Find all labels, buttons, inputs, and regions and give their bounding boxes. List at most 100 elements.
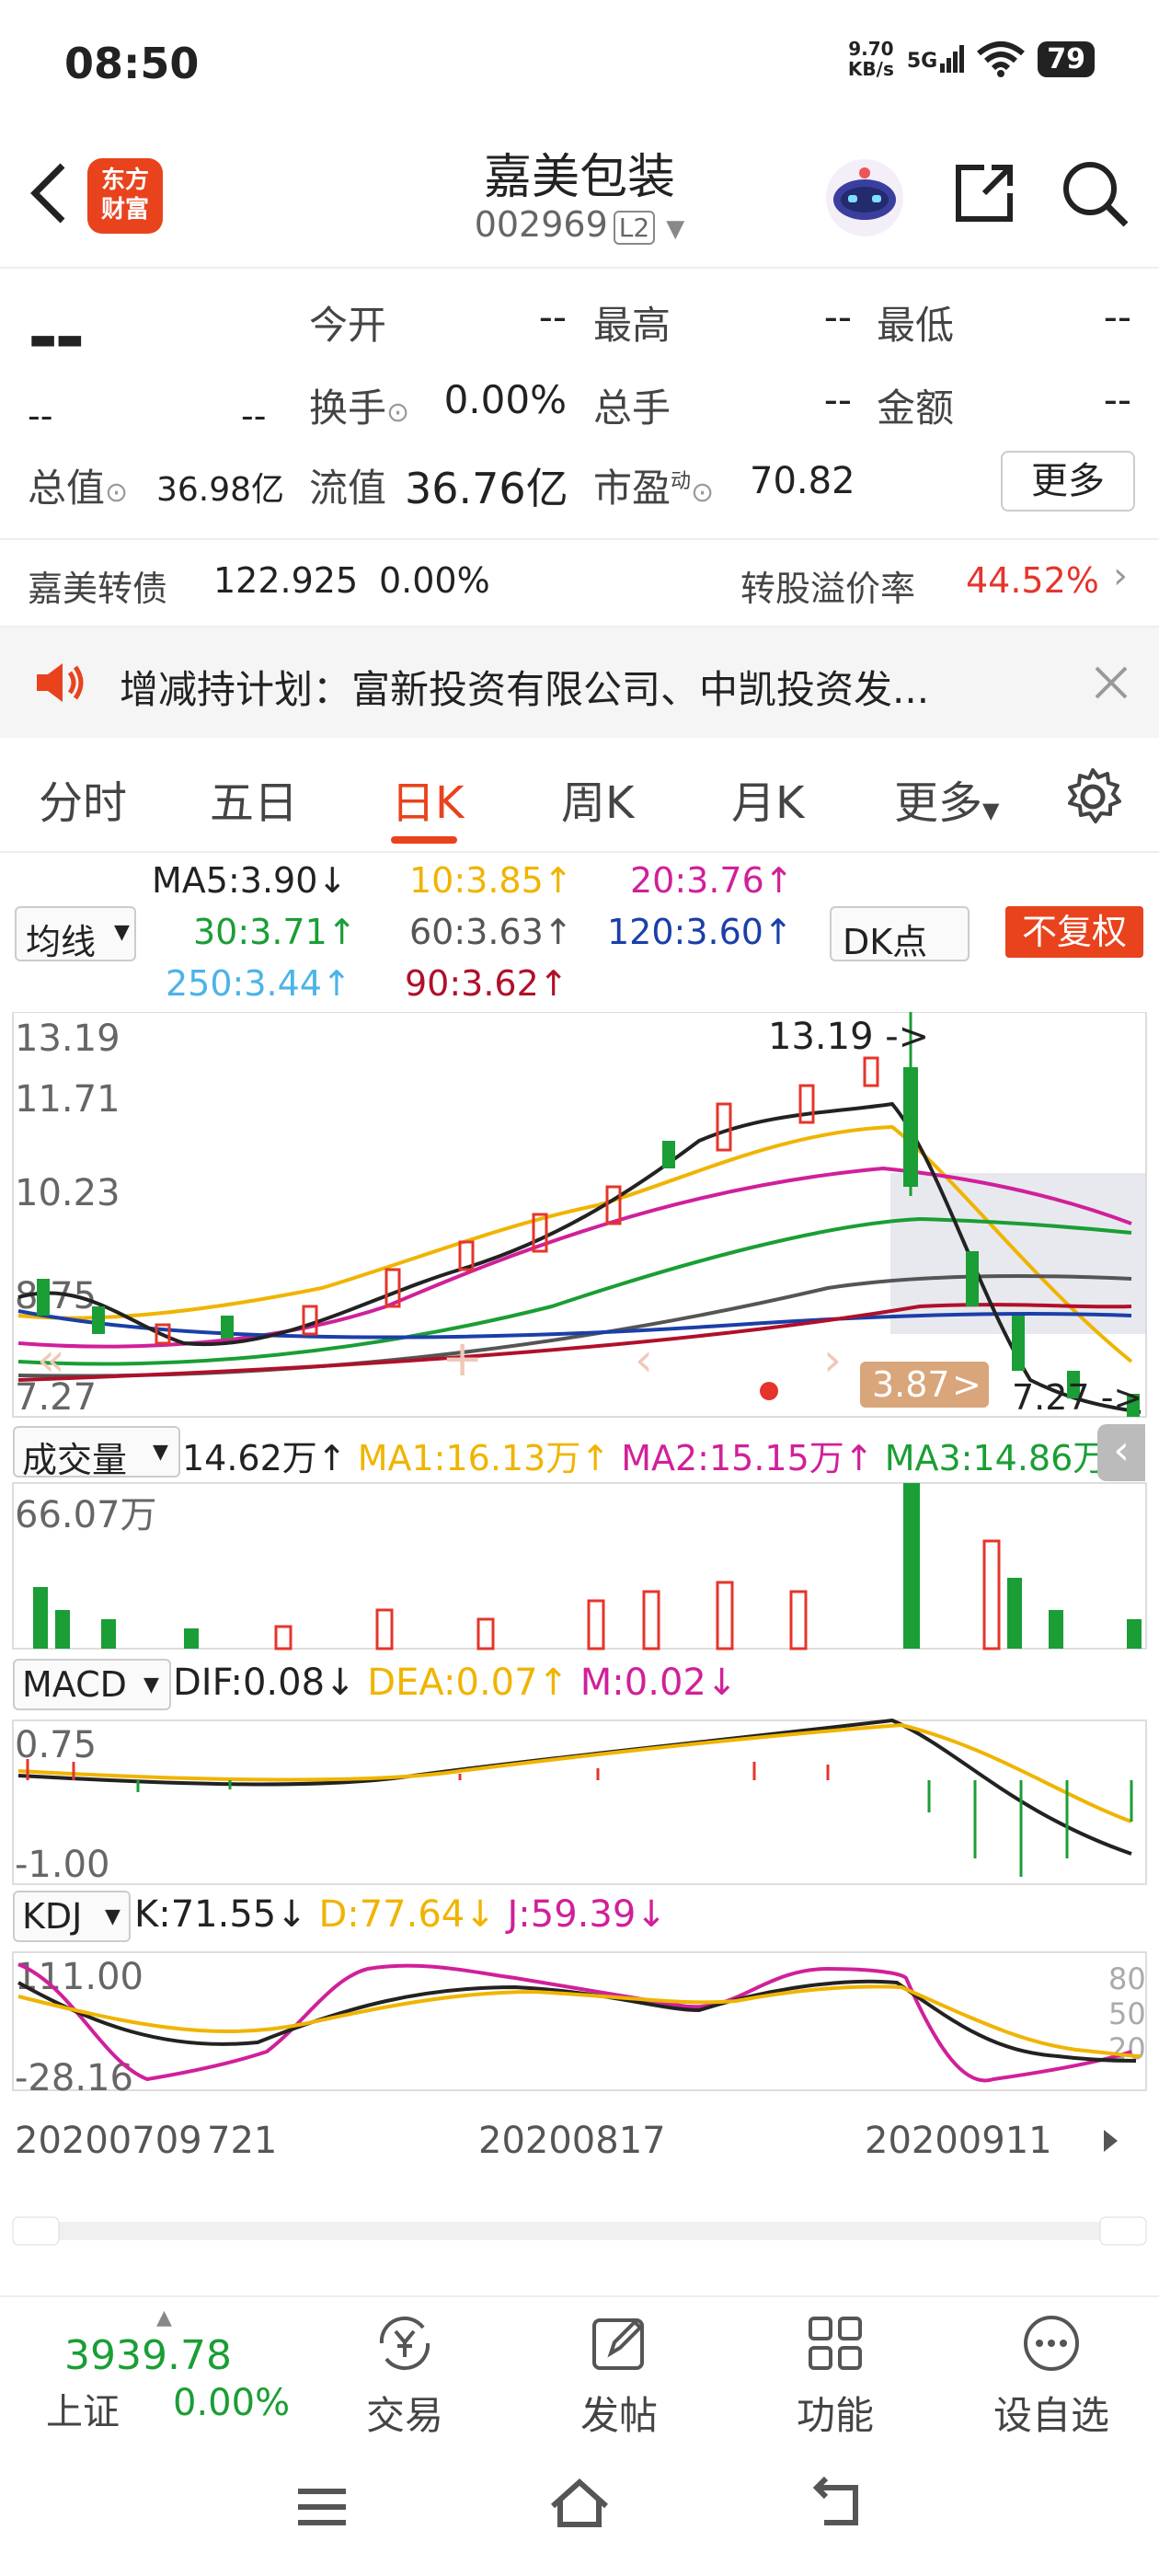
bottom-toolbar: ▲ 3939.78 上证 0.00% 交易 发帖 功能 设自选 xyxy=(0,2295,1159,2440)
net-speed-unit: KB/s xyxy=(847,58,894,80)
adjust-price-button[interactable]: 不复权 xyxy=(1005,906,1143,958)
more-quote-button[interactable]: 更多 xyxy=(1001,451,1135,512)
search-icon[interactable] xyxy=(1058,156,1131,230)
nav-post-label: 发帖 xyxy=(580,2393,658,2438)
close-icon[interactable] xyxy=(1095,666,1128,699)
menu-icon[interactable] xyxy=(294,2484,350,2530)
nav-function-label: 功能 xyxy=(796,2393,874,2438)
j-line xyxy=(17,1962,1132,2083)
kdj-d: D:77.64 xyxy=(318,1893,465,1936)
high-value: -- xyxy=(823,294,852,339)
y-label-3: 10.23 xyxy=(15,1172,120,1214)
volume-ma1: MA1:16.13万 xyxy=(357,1438,581,1478)
cb-premium-value: 44.52% xyxy=(966,560,1099,601)
volume-legend: 14.62万↑ MA1:16.13万↑ MA2:15.15万↑ MA3:14.8… xyxy=(182,1438,1137,1478)
amount-label: 金额 xyxy=(877,385,955,431)
nav-add-watchlist[interactable]: 设自选 xyxy=(987,2311,1116,2441)
volume-label: 总手 xyxy=(593,385,671,431)
ma120-text: 120:3.60 xyxy=(607,912,763,952)
ma-selector[interactable]: 均线 ▼ xyxy=(15,906,136,962)
nav-trade[interactable]: 交易 xyxy=(340,2311,469,2441)
indicator-selector-volume[interactable]: 成交量 ▼ xyxy=(13,1426,180,1480)
nav-post[interactable]: 发帖 xyxy=(555,2311,683,2441)
crosshair-icon: + xyxy=(442,1329,483,1387)
home-icon[interactable] xyxy=(547,2475,612,2530)
gear-icon[interactable] xyxy=(1062,766,1123,827)
cb-price: 122.925 xyxy=(213,560,359,601)
price-change: -- xyxy=(28,396,53,436)
volume-value: 14.62万 xyxy=(182,1438,317,1478)
price-change-pct: -- xyxy=(241,396,267,436)
kdj-k: K:71.55 xyxy=(134,1893,277,1936)
chevron-left-icon: ‹ xyxy=(635,1333,653,1386)
status-indicators: 9.70 KB/s 5G 79 xyxy=(848,39,1095,79)
pe-sup: 动 xyxy=(671,470,692,493)
tab-more[interactable]: 更多▼ xyxy=(894,766,999,831)
high-label: 最高 xyxy=(593,303,671,348)
tab-intraday[interactable]: 分时 xyxy=(39,766,127,831)
robot-assistant-icon[interactable] xyxy=(823,156,903,236)
range-scrollbar xyxy=(13,2222,1146,2240)
ma30-value: 30:3.71↑ xyxy=(193,912,357,952)
yen-exchange-icon xyxy=(379,2316,430,2371)
stock-header: 东方 财富 嘉美包装 002969 L2 ▼ xyxy=(0,120,1159,269)
tab-daily-k[interactable]: 日K xyxy=(391,766,464,831)
volume-value: -- xyxy=(823,377,852,422)
ma250-value: 250:3.44↑ xyxy=(166,963,351,1004)
tab-more-label: 更多 xyxy=(894,777,983,829)
back-nav-icon[interactable] xyxy=(809,2475,865,2530)
pe-label[interactable]: 市盈动⊙ xyxy=(593,457,714,513)
low-label: 最低 xyxy=(877,303,955,348)
macd-dif: DIF:0.08 xyxy=(173,1662,326,1704)
kdj-legend: K:71.55↓ D:77.64↓ J:59.39↓ xyxy=(134,1893,667,1936)
ma90-text: 90:3.62 xyxy=(405,963,539,1004)
notice-text: 增减持计划：富新投资有限公司、中凯投资发... xyxy=(120,667,930,712)
chevron-right-icon: › xyxy=(823,1333,842,1386)
tab-five-day[interactable]: 五日 xyxy=(210,766,298,831)
nav-function[interactable]: 功能 xyxy=(771,2311,900,2441)
chart-area: 13.19 11.71 10.23 8.75 7.27 13.19 -> 7.2… xyxy=(0,1012,1159,2272)
low-value: -- xyxy=(1103,294,1131,339)
indicator-selector-kdj[interactable]: KDJ ▼ xyxy=(13,1891,131,1942)
notice-banner[interactable]: 增减持计划：富新投资有限公司、中凯投资发... xyxy=(0,627,1159,738)
macd-m: M:0.02 xyxy=(580,1662,706,1704)
net-speed: 9.70 KB/s xyxy=(848,39,894,79)
dk-point-button[interactable]: DK点 xyxy=(830,906,970,962)
index-ticker[interactable]: ▲ 3939.78 上证 0.00% xyxy=(28,2306,304,2435)
caret-up-icon: ▲ xyxy=(156,2306,172,2329)
turnover-label[interactable]: 换手⊙ xyxy=(309,377,409,433)
y-label-top: 13.19 xyxy=(15,1018,120,1060)
dif-line xyxy=(17,1718,1132,1856)
nav-watch-label: 设自选 xyxy=(993,2393,1109,2438)
last-price: -- xyxy=(28,294,85,380)
volume-bars xyxy=(33,1483,1142,1650)
kdj-selector-label: KDJ xyxy=(22,1896,83,1937)
volume-ma3: MA3:14.86万 xyxy=(884,1438,1108,1478)
status-time: 08:50 xyxy=(64,39,200,88)
tab-weekly-k[interactable]: 周K xyxy=(561,766,634,831)
indicator-selector-macd[interactable]: MACD ▼ xyxy=(13,1659,171,1710)
level2-tag: L2 xyxy=(613,211,656,245)
active-tab-indicator xyxy=(391,836,457,844)
network-type: 5G xyxy=(906,50,938,73)
market-cap-label[interactable]: 总值⊙ xyxy=(28,457,128,513)
cellular-signal-icon: 5G xyxy=(906,45,965,73)
moving-average-legend: 均线 ▼ MA5:3.90↓ 10:3.85↑ 20:3.76↑ 30:3.71↑… xyxy=(0,851,1159,1012)
macd-selector-label: MACD xyxy=(22,1664,127,1705)
battery-indicator: 79 xyxy=(1038,40,1095,77)
ma60-value: 60:3.63↑ xyxy=(409,912,573,952)
collapse-panel-button[interactable]: ‹ xyxy=(1097,1424,1145,1481)
info-icon: ⊙ xyxy=(105,477,129,509)
scroll-right-icon xyxy=(1104,2130,1118,2152)
open-label: 今开 xyxy=(309,303,387,348)
convertible-bond-row[interactable]: 嘉美转债 122.925 0.00% 转股溢价率 44.52% › xyxy=(0,538,1159,627)
share-icon[interactable] xyxy=(947,156,1021,230)
kline-chart-svg[interactable]: 13.19 11.71 10.23 8.75 7.27 13.19 -> 7.2… xyxy=(0,1012,1159,2272)
dropdown-triangle-icon: ▼ xyxy=(143,1673,159,1696)
ma5-value: MA5:3.90↓ xyxy=(152,860,348,901)
tab-monthly-k[interactable]: 月K xyxy=(731,766,804,831)
volume-panel-frame xyxy=(12,1482,1147,1650)
info-icon: ⊙ xyxy=(386,397,410,429)
kdj-y-bottom: -28.16 xyxy=(15,2057,133,2099)
dropdown-triangle-icon: ▼ xyxy=(982,798,1000,823)
